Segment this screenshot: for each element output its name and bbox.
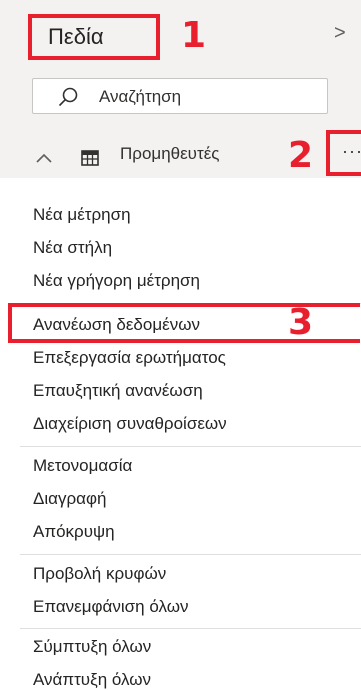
table-name: Προμηθευτές [120, 144, 220, 163]
menu-item-unhide-all[interactable]: Επανεμφάνιση όλων [33, 597, 188, 617]
collapse-pane-button[interactable]: > [334, 22, 346, 45]
menu-item-incremental-refresh[interactable]: Επαυξητική ανανέωση [33, 381, 203, 401]
callout-number-3: 3 [288, 302, 314, 343]
menu-item-new-measure[interactable]: Νέα μέτρηση [33, 205, 131, 225]
search-input[interactable]: Αναζήτηση [32, 78, 328, 114]
menu-item-edit-query[interactable]: Επεξεργασία ερωτήματος [33, 348, 226, 368]
table-icon [81, 150, 99, 166]
menu-divider [20, 628, 361, 629]
context-menu: Νέα μέτρηση Νέα στήλη Νέα γρήγορη μέτρησ… [0, 178, 361, 689]
menu-item-collapse-all[interactable]: Σύμπτυξη όλων [33, 637, 151, 657]
fields-pane: Πεδία 1 > Αναζήτηση Προμηθευτές 2 ··· [0, 0, 361, 178]
menu-item-rename[interactable]: Μετονομασία [33, 456, 132, 476]
menu-item-delete[interactable]: Διαγραφή [33, 489, 106, 509]
menu-item-new-quick-measure[interactable]: Νέα γρήγορη μέτρηση [33, 271, 200, 291]
chevron-up-icon[interactable] [34, 148, 54, 168]
menu-item-manage-aggregations[interactable]: Διαχείριση συναθροίσεων [33, 414, 227, 434]
menu-divider [20, 554, 361, 555]
menu-item-view-hidden[interactable]: Προβολή κρυφών [33, 564, 166, 584]
menu-divider [20, 446, 361, 447]
search-placeholder: Αναζήτηση [99, 87, 182, 106]
callout-number-1: 1 [181, 15, 207, 56]
callout-box-title [28, 14, 160, 60]
search-icon [58, 87, 78, 107]
callout-number-2: 2 [288, 135, 314, 176]
menu-item-hide[interactable]: Απόκρυψη [33, 522, 115, 542]
more-options-button[interactable]: ··· [342, 141, 361, 162]
menu-item-expand-all[interactable]: Ανάπτυξη όλων [33, 670, 151, 690]
menu-item-new-column[interactable]: Νέα στήλη [33, 238, 112, 258]
